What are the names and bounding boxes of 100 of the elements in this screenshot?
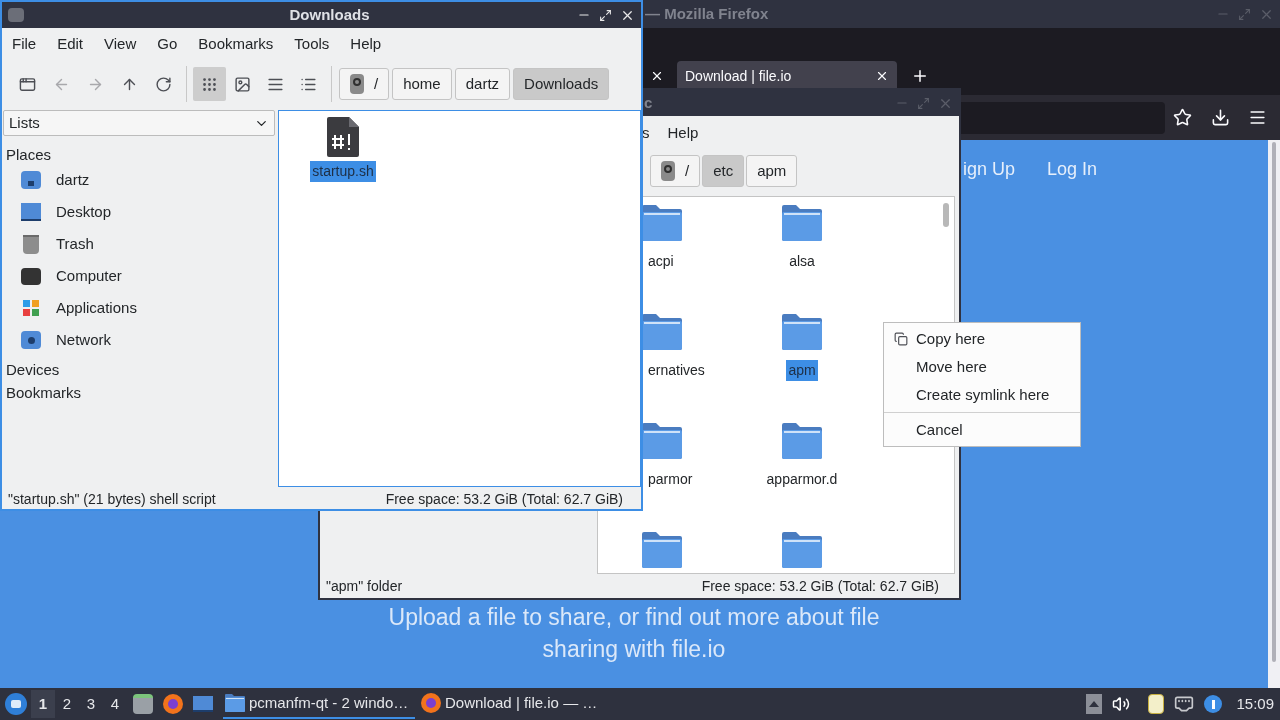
folder-icon bbox=[225, 694, 245, 712]
status-text: "apm" folder bbox=[326, 576, 403, 596]
file-cabinet-icon[interactable] bbox=[133, 694, 153, 714]
menu-item[interactable]: Help bbox=[667, 121, 699, 145]
menu-item[interactable]: Bookmarks bbox=[198, 32, 274, 56]
menu-item[interactable]: View bbox=[104, 32, 137, 56]
task-button[interactable]: Download | file.io — … bbox=[419, 689, 611, 719]
tagline: Upload a file to share, or find out more about file sharing with file.io bbox=[387, 603, 881, 664]
menu-item[interactable]: File bbox=[12, 32, 37, 56]
network-icon[interactable] bbox=[1174, 694, 1195, 714]
image-icon bbox=[234, 75, 251, 93]
status-text: "startup.sh" (21 bytes) shell script bbox=[8, 489, 216, 509]
network-folder-icon bbox=[21, 331, 41, 349]
trash-icon bbox=[23, 234, 39, 254]
desktop-icon[interactable] bbox=[193, 696, 213, 712]
path-button[interactable]: etc bbox=[702, 155, 745, 187]
file-name[interactable]: startup.sh bbox=[310, 161, 376, 182]
menu-icon[interactable] bbox=[1248, 108, 1267, 127]
menu-item[interactable]: Edit bbox=[57, 32, 84, 56]
menu-item[interactable]: Move here bbox=[884, 353, 1080, 381]
file-name[interactable]: acpi bbox=[646, 251, 676, 272]
path-button[interactable]: apm bbox=[746, 155, 798, 187]
folder-icon bbox=[782, 314, 822, 350]
folder-icon bbox=[782, 532, 822, 568]
menu-item[interactable]: Help bbox=[350, 32, 382, 56]
menu-item[interactable]: Tools bbox=[294, 32, 330, 56]
menu-item[interactable]: s bbox=[642, 121, 650, 145]
folder-icon bbox=[642, 205, 682, 241]
place-item[interactable]: Computer bbox=[3, 260, 275, 292]
clock[interactable]: 15:09 bbox=[1236, 692, 1274, 716]
menu-item[interactable]: Create symlink here bbox=[884, 381, 1080, 409]
desktop-switch[interactable]: 2 bbox=[55, 690, 79, 718]
drive-icon bbox=[350, 74, 364, 94]
computer-icon bbox=[21, 267, 41, 285]
place-item[interactable]: Network bbox=[3, 324, 275, 356]
browser-icon[interactable] bbox=[163, 694, 183, 714]
window-title: c bbox=[644, 92, 653, 113]
browser-icon bbox=[421, 693, 441, 713]
place-label: Computer bbox=[56, 265, 122, 286]
folder-icon bbox=[642, 314, 682, 350]
side-pane-dropdown[interactable]: Lists bbox=[3, 110, 275, 136]
script-file-icon bbox=[327, 117, 359, 157]
icon-view-button[interactable] bbox=[193, 67, 226, 101]
place-item[interactable]: dartz bbox=[3, 164, 275, 196]
tab-close-icon[interactable] bbox=[875, 69, 889, 83]
free-space-text: Free space: 53.2 GiB (Total: 62.7 GiB) bbox=[701, 576, 939, 596]
new-tab-icon[interactable] bbox=[911, 67, 929, 85]
scrollbar[interactable] bbox=[943, 203, 949, 227]
folder-icon bbox=[642, 423, 682, 459]
desktop-switch[interactable]: 3 bbox=[79, 690, 103, 718]
start-menu-button[interactable] bbox=[5, 693, 27, 715]
file-name[interactable]: alsa bbox=[787, 251, 817, 272]
place-label: Network bbox=[56, 329, 111, 350]
menu-item[interactable]: Cancel bbox=[884, 416, 1080, 444]
folder-icon bbox=[642, 532, 682, 568]
maximize-icon[interactable] bbox=[599, 8, 612, 22]
path-button[interactable]: dartz bbox=[454, 68, 511, 100]
new-window-icon bbox=[18, 75, 36, 93]
folder-icon bbox=[782, 205, 822, 241]
path-button[interactable]: / bbox=[650, 155, 701, 187]
path-button[interactable]: / bbox=[339, 68, 390, 100]
volume-icon[interactable] bbox=[1112, 695, 1131, 713]
file-name[interactable]: parmor bbox=[646, 469, 695, 490]
place-item[interactable]: Desktop bbox=[3, 196, 275, 228]
applications-icon bbox=[23, 300, 39, 316]
menu-item[interactable]: Copy here bbox=[884, 325, 1080, 353]
section-header[interactable]: Bookmarks bbox=[3, 382, 275, 402]
file-name[interactable]: ernatives bbox=[646, 360, 707, 381]
window-title: — Mozilla Firefox bbox=[645, 3, 769, 24]
place-item[interactable]: Trash bbox=[3, 228, 275, 260]
tab-close-icon[interactable] bbox=[650, 69, 664, 83]
reload-icon bbox=[154, 75, 172, 93]
home-folder-icon bbox=[21, 171, 41, 189]
grid-icon bbox=[201, 75, 218, 93]
eject-icon[interactable] bbox=[1086, 694, 1103, 714]
place-label: Trash bbox=[56, 233, 94, 254]
browser-tab[interactable]: Download | file.io bbox=[677, 61, 897, 91]
place-label: dartz bbox=[56, 169, 90, 190]
place-item[interactable]: Applications bbox=[3, 292, 275, 324]
drive-icon bbox=[661, 161, 675, 181]
clipboard-icon[interactable] bbox=[1148, 694, 1165, 714]
desktop-switch[interactable]: 1 bbox=[31, 690, 55, 718]
file-name[interactable]: apm bbox=[786, 360, 818, 381]
path-button[interactable]: Downloads bbox=[513, 68, 610, 100]
copy-icon bbox=[894, 332, 908, 346]
section-header[interactable]: Places bbox=[3, 144, 275, 164]
window-title: Downloads bbox=[289, 4, 370, 25]
download-icon[interactable] bbox=[1211, 108, 1230, 127]
scrollbar[interactable] bbox=[1268, 140, 1280, 688]
menu-item[interactable]: Go bbox=[157, 32, 178, 56]
desktop-icon bbox=[21, 203, 41, 221]
notification-icon[interactable] bbox=[1204, 695, 1223, 713]
file-name[interactable]: apparmor.d bbox=[764, 469, 840, 490]
place-label: Desktop bbox=[56, 201, 112, 222]
desktop-switch[interactable]: 4 bbox=[103, 690, 127, 718]
tab-title: Download | file.io bbox=[685, 66, 792, 86]
address-field[interactable] bbox=[961, 101, 1165, 134]
path-button[interactable]: home bbox=[392, 68, 452, 100]
section-header[interactable]: Devices bbox=[3, 359, 275, 379]
bookmark-star-icon[interactable] bbox=[1173, 108, 1192, 127]
